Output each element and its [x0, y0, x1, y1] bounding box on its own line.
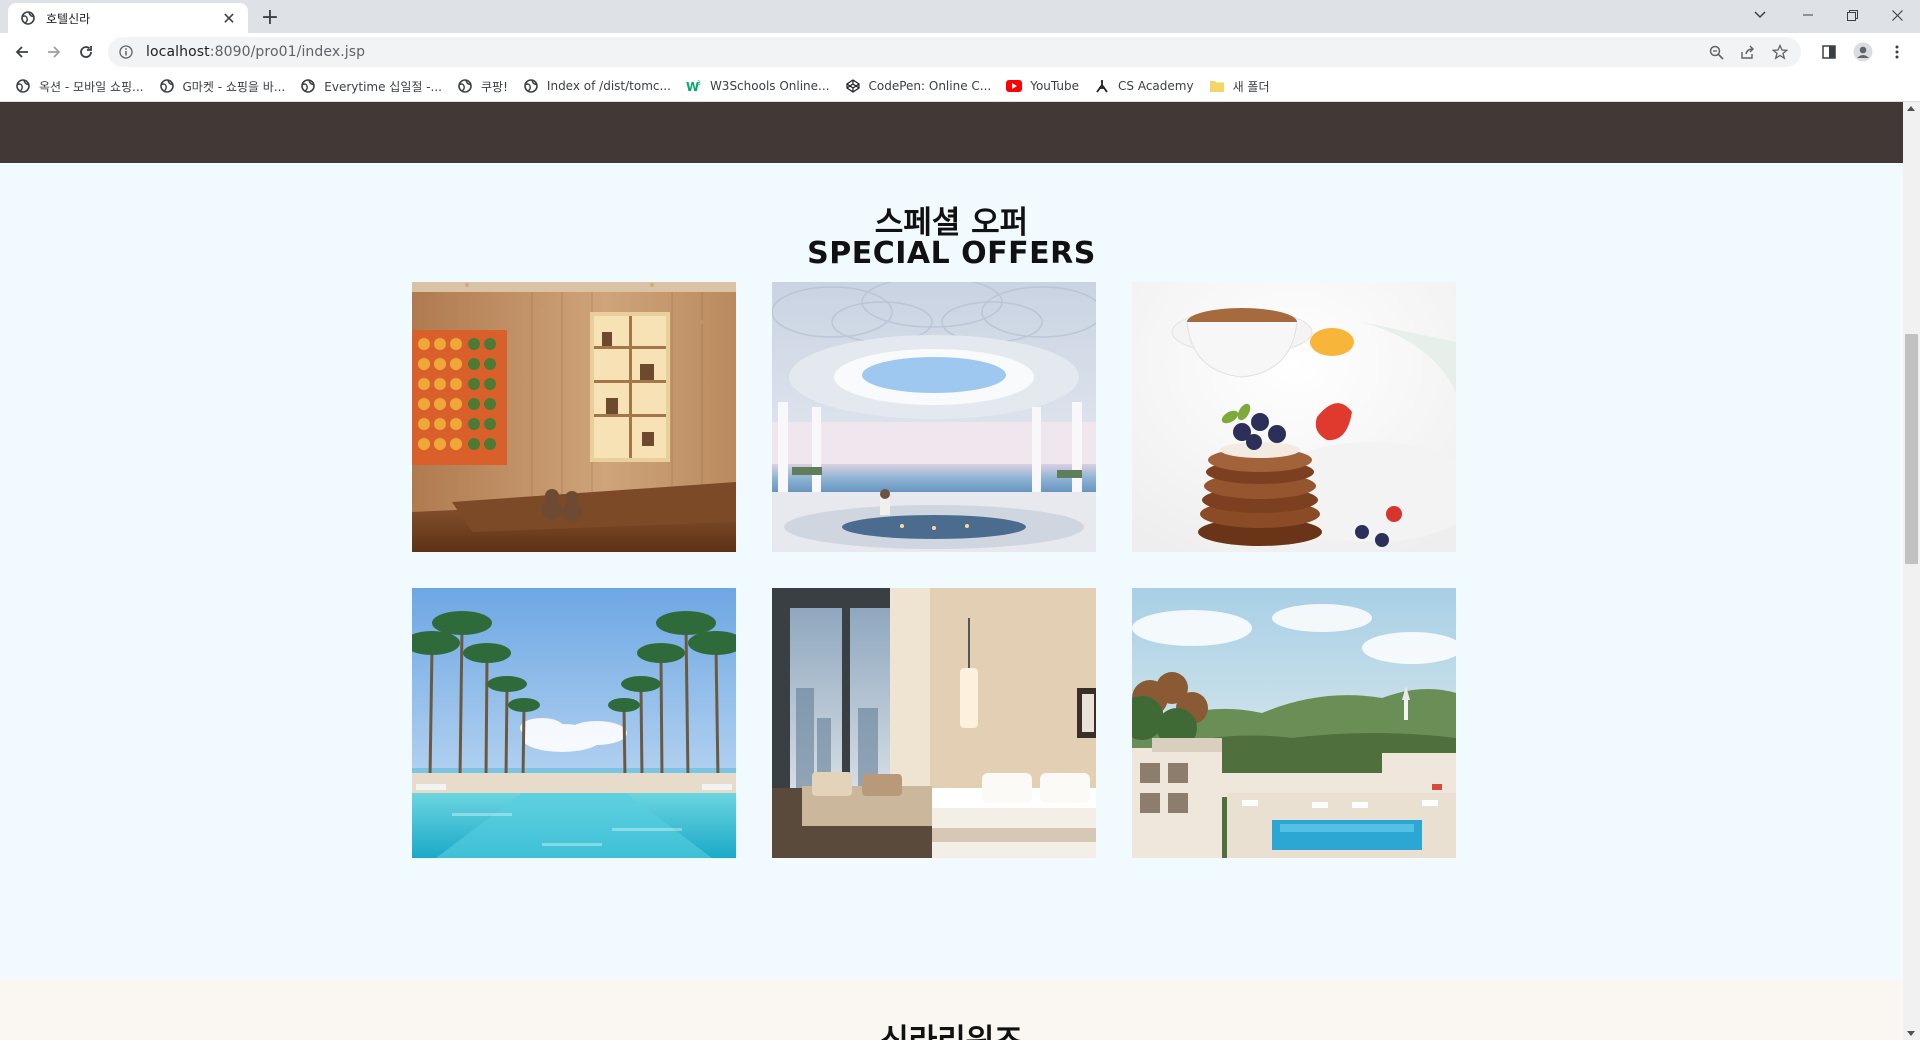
- offer-image-room-teddy-bears[interactable]: [412, 282, 736, 552]
- globe-icon: [20, 10, 36, 26]
- scrollbar-thumb[interactable]: [1905, 334, 1918, 564]
- bookmark-label: 옥션 - 모바일 쇼핑...: [39, 79, 144, 94]
- restore-icon[interactable]: [1830, 0, 1875, 30]
- share-icon[interactable]: [1737, 41, 1759, 63]
- url-path: :8090/pro01/index.jsp: [209, 44, 366, 60]
- bookmark-label: Index of /dist/tomc...: [546, 79, 671, 93]
- bookmark-item[interactable]: 쿠팡!: [450, 73, 515, 99]
- browser-tab-strip: 호텔신라 ✕ +: [0, 0, 1920, 33]
- bookmark-item[interactable]: CodePen: Online C...: [838, 73, 999, 99]
- offer-image-hotel-bedroom[interactable]: [772, 588, 1096, 858]
- scroll-up-arrow-icon[interactable]: [1907, 106, 1915, 111]
- bookmark-star-icon[interactable]: [1769, 41, 1791, 63]
- forward-arrow-icon[interactable]: [38, 36, 70, 68]
- profile-avatar-icon[interactable]: [1848, 37, 1878, 67]
- url-text: localhost:8090/pro01/index.jsp: [146, 44, 365, 60]
- folder-icon: [1209, 78, 1225, 94]
- tab-close-icon[interactable]: ✕: [220, 9, 238, 28]
- bookmark-label: 새 폴더: [1232, 79, 1270, 94]
- globe-icon: [523, 78, 539, 94]
- special-offers-title-english: SPECIAL OFFERS: [807, 236, 1096, 271]
- scroll-down-arrow-icon[interactable]: [1907, 1031, 1915, 1036]
- bookmark-label: W3Schools Online...: [709, 79, 830, 93]
- bookmarks-bar: 옥션 - 모바일 쇼핑... G마켓 - 쇼핑을 바... Everytime 십일…: [0, 71, 1920, 102]
- shilla-rewards-title: 신라리워즈: [0, 1015, 1903, 1040]
- offer-image-palm-pool[interactable]: [412, 588, 736, 858]
- site-info-icon[interactable]: [118, 44, 134, 60]
- globe-icon: [159, 78, 175, 94]
- header-band: [0, 102, 1903, 163]
- w3schools-icon: W3: [686, 78, 702, 94]
- bookmark-label: G마켓 - 쇼핑을 바...: [182, 79, 286, 94]
- bookmark-label: YouTube: [1030, 79, 1080, 93]
- close-window-icon[interactable]: [1875, 0, 1920, 30]
- bookmark-label: Everytime 십일절 -...: [324, 79, 443, 94]
- browser-tab[interactable]: 호텔신라 ✕: [8, 3, 248, 33]
- bookmark-item[interactable]: 옥션 - 모바일 쇼핑...: [8, 73, 151, 99]
- bookmark-label: 쿠팡!: [481, 79, 508, 94]
- shilla-rewards-section: 신라리워즈: [0, 979, 1903, 1040]
- bookmark-item[interactable]: Index of /dist/tomc...: [516, 73, 678, 99]
- zoom-icon[interactable]: [1705, 41, 1727, 63]
- offer-image-rooftop-pool[interactable]: [772, 282, 1096, 552]
- page-viewport: 스페셜 오퍼 SPECIAL OFFERS: [0, 102, 1903, 1040]
- minimize-icon[interactable]: [1785, 0, 1830, 30]
- offers-grid: [412, 282, 1456, 858]
- page-scrollbar[interactable]: [1903, 102, 1920, 1040]
- tab-title: 호텔신라: [46, 11, 91, 26]
- back-arrow-icon[interactable]: [6, 36, 38, 68]
- globe-icon: [300, 78, 316, 94]
- bookmark-item[interactable]: CS Academy: [1087, 73, 1201, 99]
- address-bar[interactable]: localhost:8090/pro01/index.jsp: [108, 37, 1801, 67]
- reload-icon[interactable]: [70, 36, 102, 68]
- youtube-icon: [1006, 78, 1023, 94]
- globe-icon: [457, 78, 473, 94]
- cs-academy-icon: [1094, 78, 1110, 94]
- offer-image-pancakes-tea[interactable]: [1132, 282, 1456, 552]
- offer-image-outdoor-pool-mountain[interactable]: [1132, 588, 1456, 858]
- bookmark-label: CodePen: Online C...: [868, 79, 992, 93]
- bookmark-item[interactable]: W 3 W3Schools Online...: [679, 73, 837, 99]
- bookmark-label: CS Academy: [1118, 79, 1194, 93]
- tab-search-chevron-icon[interactable]: [1740, 0, 1780, 30]
- globe-icon: [15, 78, 31, 94]
- codepen-icon: [845, 78, 861, 94]
- bookmark-item[interactable]: 새 폴더: [1202, 73, 1277, 99]
- browser-toolbar: localhost:8090/pro01/index.jsp: [0, 33, 1920, 71]
- bookmark-item[interactable]: G마켓 - 쇼핑을 바...: [152, 73, 293, 99]
- url-host: localhost: [146, 44, 210, 60]
- browser-menu-icon[interactable]: [1882, 37, 1912, 67]
- new-tab-button[interactable]: +: [258, 5, 282, 30]
- bookmark-item[interactable]: Everytime 십일절 -...: [293, 73, 449, 99]
- bookmark-item[interactable]: YouTube: [999, 73, 1086, 99]
- svg-text:3: 3: [697, 80, 701, 87]
- side-panel-icon[interactable]: [1814, 37, 1844, 67]
- special-offers-section: 스페셜 오퍼 SPECIAL OFFERS: [0, 163, 1903, 979]
